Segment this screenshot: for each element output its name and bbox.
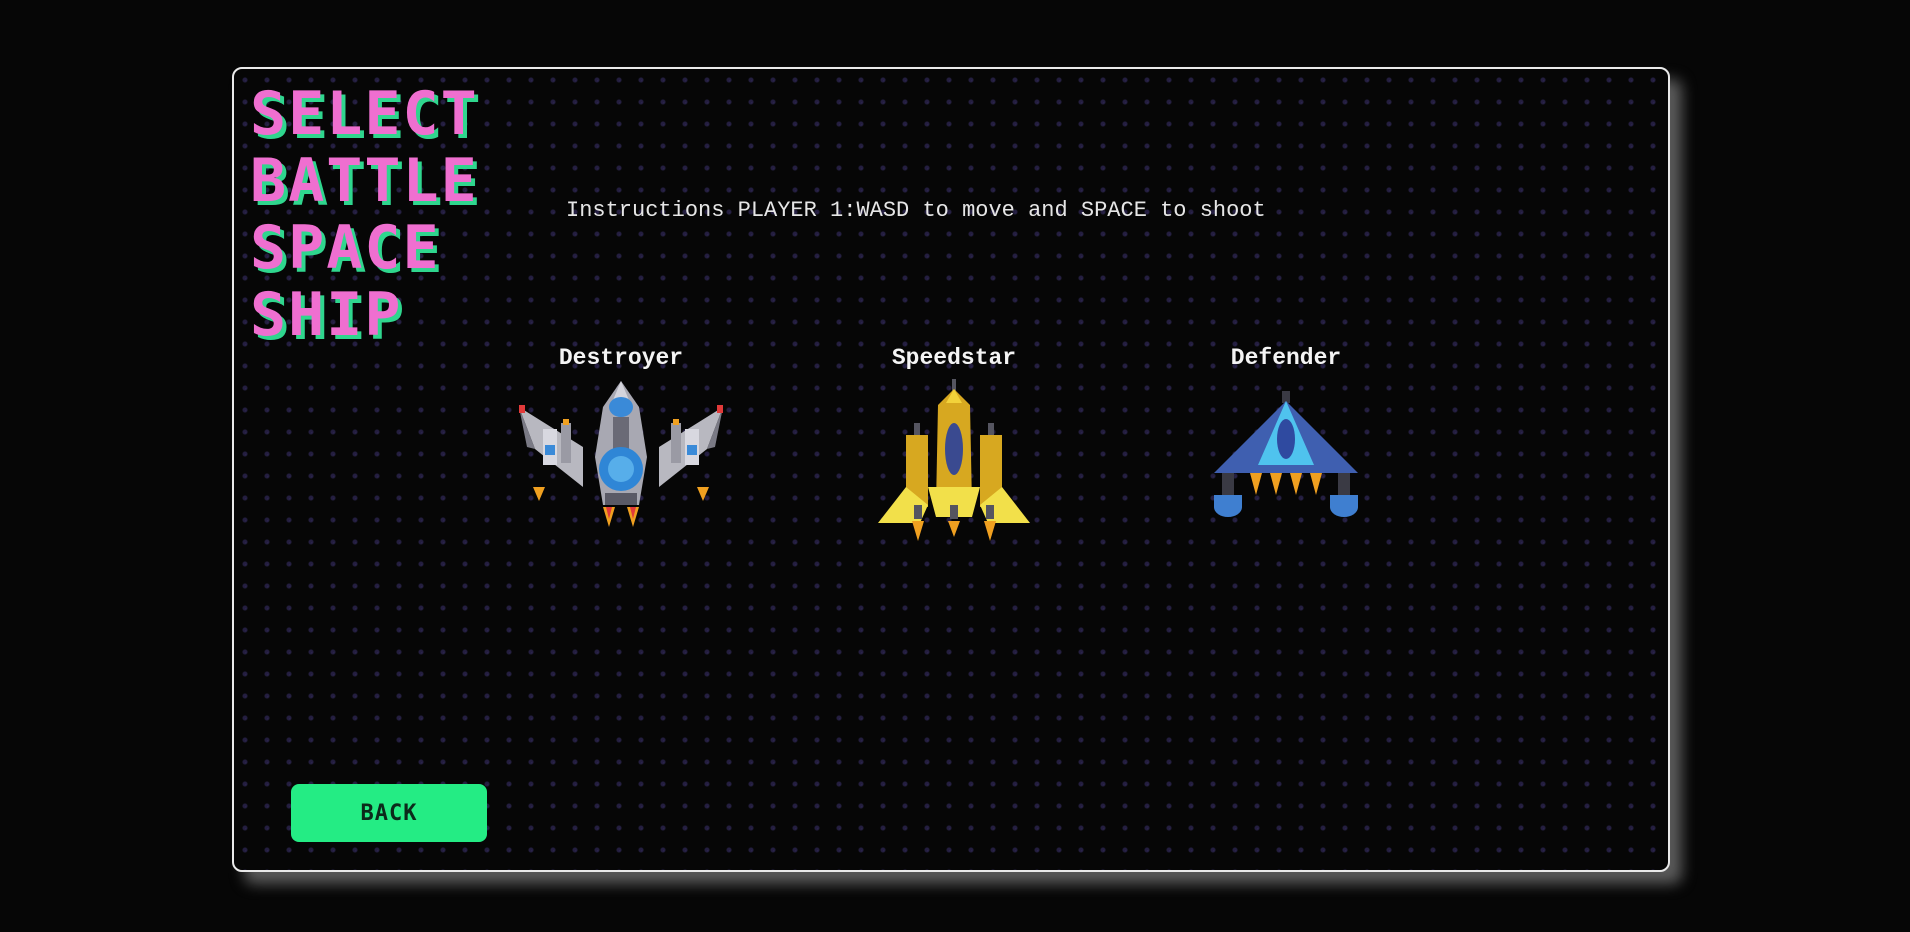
speedstar-ship-icon bbox=[878, 379, 1030, 541]
back-button[interactable]: BACK bbox=[291, 784, 487, 842]
title-line: SHIP bbox=[250, 280, 403, 350]
ship-option-speedstar[interactable]: Speedstar bbox=[834, 345, 1074, 547]
defender-ship-icon bbox=[1214, 391, 1358, 517]
ship-option-destroyer[interactable]: Destroyer bbox=[501, 345, 741, 541]
instructions-text: Instructions PLAYER 1:WASD to move and S… bbox=[566, 198, 1266, 223]
ship-select-panel: SELECT BATTLE SPACE SHIP Instructions PL… bbox=[232, 67, 1670, 872]
page-title: SELECT BATTLE SPACE SHIP bbox=[250, 81, 570, 349]
title-line: BATTLE bbox=[250, 146, 479, 216]
ship-option-defender[interactable]: Defender bbox=[1166, 345, 1406, 527]
title-line: SPACE bbox=[250, 213, 441, 283]
title-line: SELECT bbox=[250, 79, 479, 149]
ship-name: Defender bbox=[1230, 345, 1342, 371]
ship-name: Destroyer bbox=[558, 345, 684, 371]
destroyer-ship-icon bbox=[519, 381, 723, 527]
ship-name: Speedstar bbox=[891, 345, 1017, 371]
